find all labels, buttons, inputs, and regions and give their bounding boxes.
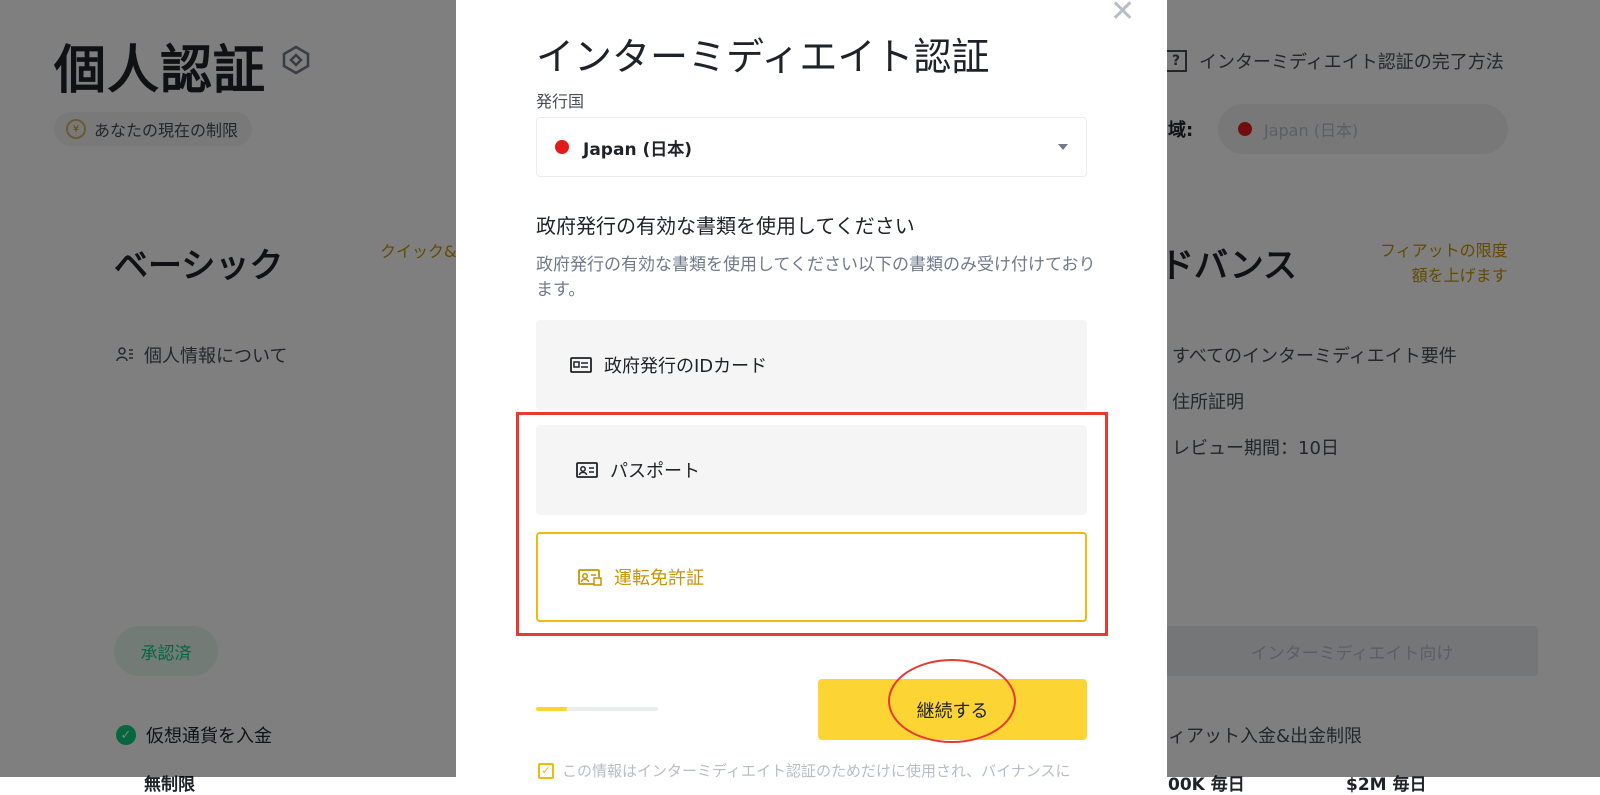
chevron-down-icon <box>1058 144 1068 150</box>
modal-title: インターミディエイト認証 <box>536 35 990 79</box>
country-value: Japan (日本) <box>583 139 692 160</box>
consent-row: ✓ この情報はインターミディエイト認証のためだけに使用され、バイナンスに <box>538 760 1071 781</box>
id-card-icon <box>570 357 592 373</box>
document-description: 政府発行の有効な書類を使用してください以下の書類のみ受け付けております。 <box>536 255 1096 300</box>
option-label: 政府発行のIDカード <box>604 356 768 377</box>
consent-text: この情報はインターミディエイト認証のためだけに使用され、バイナンスに <box>562 762 1071 780</box>
option-id-card[interactable]: 政府発行のIDカード <box>536 320 1087 410</box>
country-label: 発行国 <box>536 92 585 111</box>
document-heading: 政府発行の有効な書類を使用してください <box>536 214 915 238</box>
progress-bar <box>536 707 658 711</box>
japan-flag-icon <box>555 140 569 154</box>
highlight-ellipse <box>888 659 1016 743</box>
close-icon[interactable]: ✕ <box>1110 0 1135 29</box>
country-select[interactable]: Japan (日本) <box>536 117 1087 177</box>
progress-fill <box>536 707 567 711</box>
highlight-box <box>516 412 1108 636</box>
consent-checkbox[interactable]: ✓ <box>538 762 554 779</box>
